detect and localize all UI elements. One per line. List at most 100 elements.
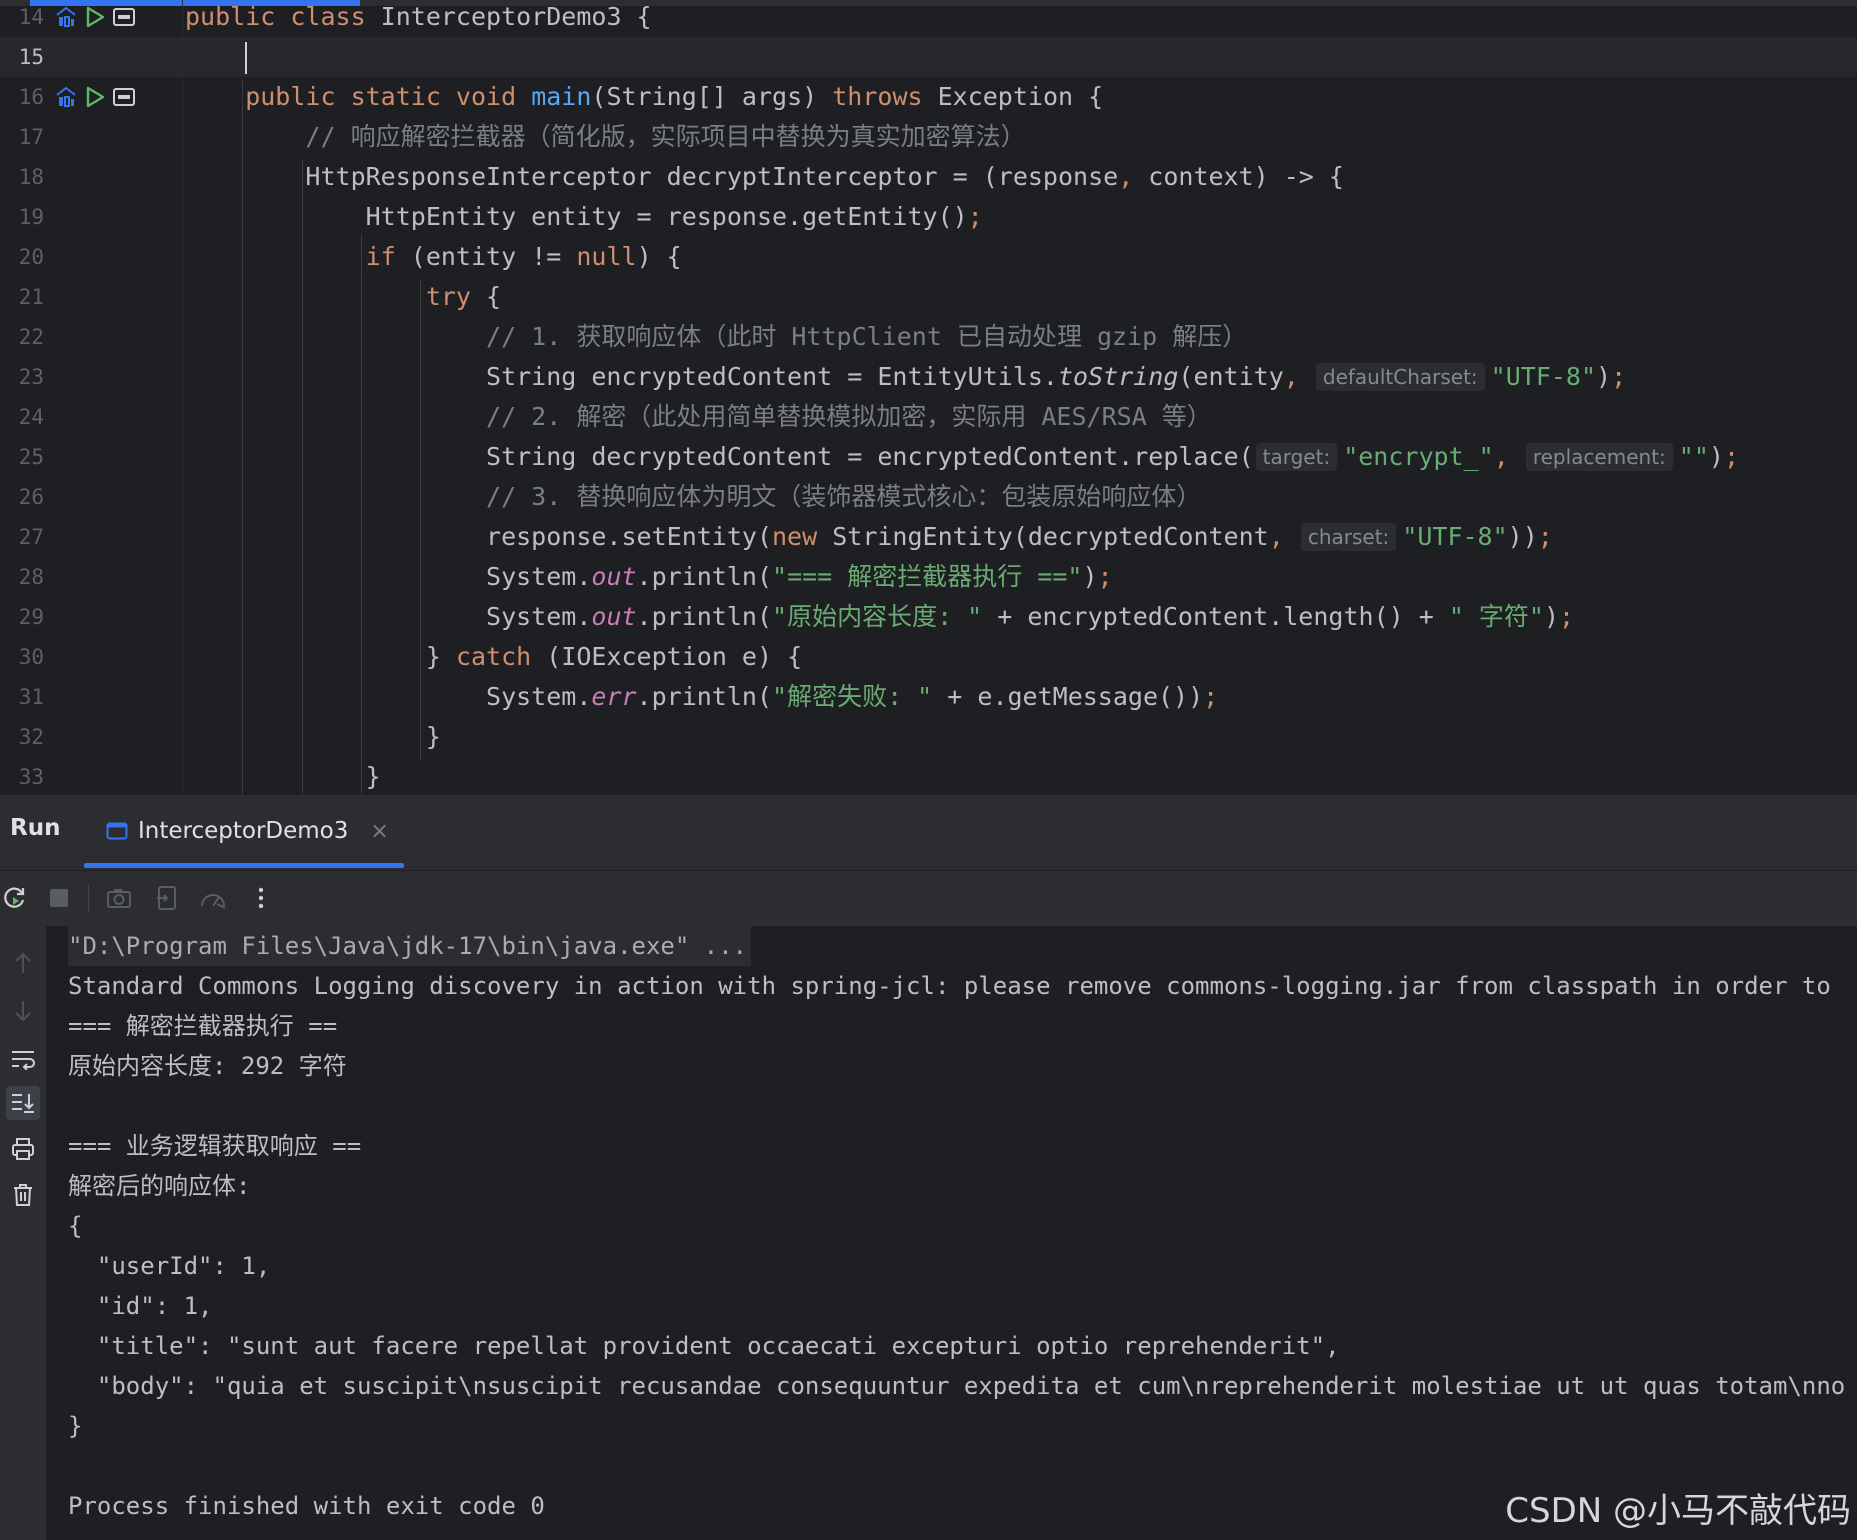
toolbar-separator <box>88 885 89 913</box>
active-tab-underline <box>84 863 404 868</box>
run-play-icon[interactable] <box>84 5 106 29</box>
code-line[interactable]: 30 } catch (IOException e) { <box>0 637 1857 677</box>
trash-icon[interactable] <box>6 1178 40 1212</box>
soft-wrap-icon[interactable] <box>6 1042 40 1076</box>
print-icon[interactable] <box>6 1132 40 1166</box>
code-text: if (entity != null) { <box>185 237 682 277</box>
code-text: HttpResponseInterceptor decryptIntercept… <box>185 157 1344 197</box>
line-number[interactable]: 21 <box>0 277 44 317</box>
code-line[interactable]: 15 <box>0 37 1857 77</box>
run-gutter-icon[interactable] <box>54 85 78 109</box>
code-line[interactable]: 17 // 响应解密拦截器（简化版，实际项目中替换为真实加密算法） <box>0 117 1857 157</box>
code-line[interactable]: 32 } <box>0 717 1857 757</box>
code-line[interactable]: 21 try { <box>0 277 1857 317</box>
code-token: ; <box>1723 442 1740 471</box>
line-number[interactable]: 29 <box>0 597 44 637</box>
arrow-up-icon[interactable] <box>6 946 40 980</box>
code-line[interactable]: 25 String decryptedContent = encryptedCo… <box>0 437 1857 477</box>
code-text: response.setEntity(new StringEntity(decr… <box>185 517 1553 557</box>
code-token: System. <box>185 562 592 591</box>
code-token: response.setEntity( <box>185 522 772 551</box>
line-number[interactable]: 14 <box>0 0 44 37</box>
code-token: "encrypt_" <box>1343 442 1494 471</box>
code-line[interactable]: 26 // 3. 替换响应体为明文（装饰器模式核心：包装原始响应体） <box>0 477 1857 517</box>
code-line[interactable]: 14 public class InterceptorDemo3 { <box>0 0 1857 37</box>
line-number[interactable]: 28 <box>0 557 44 597</box>
code-token: ) <box>1082 562 1098 591</box>
code-text: } <box>185 717 441 757</box>
run-toolbar <box>0 870 1857 927</box>
export-icon[interactable] <box>152 883 182 913</box>
code-line[interactable]: 33 } <box>0 757 1857 795</box>
more-actions-icon[interactable] <box>246 883 276 913</box>
console-output[interactable]: "D:\Program Files\Java\jdk-17\bin\java.e… <box>46 926 1857 1540</box>
code-token: , <box>1283 362 1314 391</box>
line-number[interactable]: 24 <box>0 397 44 437</box>
close-tab-icon[interactable]: × <box>370 819 388 844</box>
stop-icon[interactable] <box>44 883 74 913</box>
code-token: // 响应解密拦截器（简化版，实际项目中替换为真实加密算法） <box>185 122 1026 151</box>
camera-icon[interactable] <box>104 883 134 913</box>
code-line[interactable]: 27 response.setEntity(new StringEntity(d… <box>0 517 1857 557</box>
line-number[interactable]: 26 <box>0 477 44 517</box>
line-number[interactable]: 25 <box>0 437 44 477</box>
code-editor[interactable]: 14 public class InterceptorDemo3 {15 16 p… <box>0 0 1857 795</box>
code-line[interactable]: 24 // 2. 解密（此处用简单替换模拟加密，实际用 AES/RSA 等） <box>0 397 1857 437</box>
code-token: toString <box>1057 362 1179 391</box>
code-line[interactable]: 31 System.err.println("解密失败: " + e.getMe… <box>0 677 1857 717</box>
run-tab-bar: Run InterceptorDemo3 × <box>0 795 1857 870</box>
run-config-tab[interactable]: InterceptorDemo3 × <box>106 815 389 847</box>
code-line[interactable]: 16 public static void main(String[] args… <box>0 77 1857 117</box>
code-token: out <box>591 562 637 591</box>
code-token: , <box>1493 442 1524 471</box>
console-line: Process finished with exit code 0 <box>68 1492 545 1520</box>
line-number[interactable]: 27 <box>0 517 44 557</box>
run-play-icon[interactable] <box>84 85 106 109</box>
code-token: + e.getMessage()) <box>932 682 1204 711</box>
run-window-icon[interactable] <box>112 87 136 107</box>
code-token: ; <box>1203 682 1219 711</box>
code-line[interactable]: 28 System.out.println("=== 解密拦截器执行 =="); <box>0 557 1857 597</box>
code-token: catch <box>455 642 547 671</box>
run-gutter-icon[interactable] <box>54 5 78 29</box>
line-number[interactable]: 17 <box>0 117 44 157</box>
code-token: "" <box>1678 442 1709 471</box>
code-token: (entity != <box>410 242 577 271</box>
profiler-icon[interactable] <box>198 883 228 913</box>
line-number[interactable]: 31 <box>0 677 44 717</box>
code-token: .println( <box>636 682 773 711</box>
code-text: HttpEntity entity = response.getEntity()… <box>185 197 983 237</box>
console-line: === 解密拦截器执行 == <box>68 1012 338 1040</box>
line-number[interactable]: 16 <box>0 77 44 117</box>
code-token: try <box>185 282 487 311</box>
code-text: // 2. 解密（此处用简单替换模拟加密，实际用 AES/RSA 等） <box>185 397 1212 437</box>
line-number[interactable]: 19 <box>0 197 44 237</box>
code-token: String encryptedContent = EntityUtils. <box>185 362 1058 391</box>
code-token: ; <box>1611 362 1627 391</box>
console-line: "userId": 1, <box>68 1252 271 1280</box>
console-line: } <box>68 1412 83 1440</box>
arrow-down-icon[interactable] <box>6 994 40 1028</box>
line-number[interactable]: 33 <box>0 757 44 795</box>
line-number[interactable]: 22 <box>0 317 44 357</box>
code-line[interactable]: 18 HttpResponseInterceptor decryptInterc… <box>0 157 1857 197</box>
code-token: ) <box>1596 362 1612 391</box>
line-number[interactable]: 32 <box>0 717 44 757</box>
line-number[interactable]: 30 <box>0 637 44 677</box>
line-number[interactable]: 15 <box>0 37 44 77</box>
code-token: if <box>185 242 411 271</box>
code-token: context) -> { <box>1148 162 1344 191</box>
line-number[interactable]: 23 <box>0 357 44 397</box>
code-line[interactable]: 29 System.out.println("原始内容长度: " + encry… <box>0 597 1857 637</box>
run-window-icon[interactable] <box>112 7 136 27</box>
rerun-icon[interactable] <box>0 883 30 913</box>
code-line[interactable]: 20 if (entity != null) { <box>0 237 1857 277</box>
line-number[interactable]: 20 <box>0 237 44 277</box>
code-text: } <box>185 757 381 795</box>
code-line[interactable]: 23 String encryptedContent = EntityUtils… <box>0 357 1857 397</box>
scroll-to-end-icon[interactable] <box>6 1086 40 1120</box>
code-token: throws <box>832 82 938 111</box>
code-line[interactable]: 22 // 1. 获取响应体（此时 HttpClient 已自动处理 gzip … <box>0 317 1857 357</box>
code-line[interactable]: 19 HttpEntity entity = response.getEntit… <box>0 197 1857 237</box>
line-number[interactable]: 18 <box>0 157 44 197</box>
